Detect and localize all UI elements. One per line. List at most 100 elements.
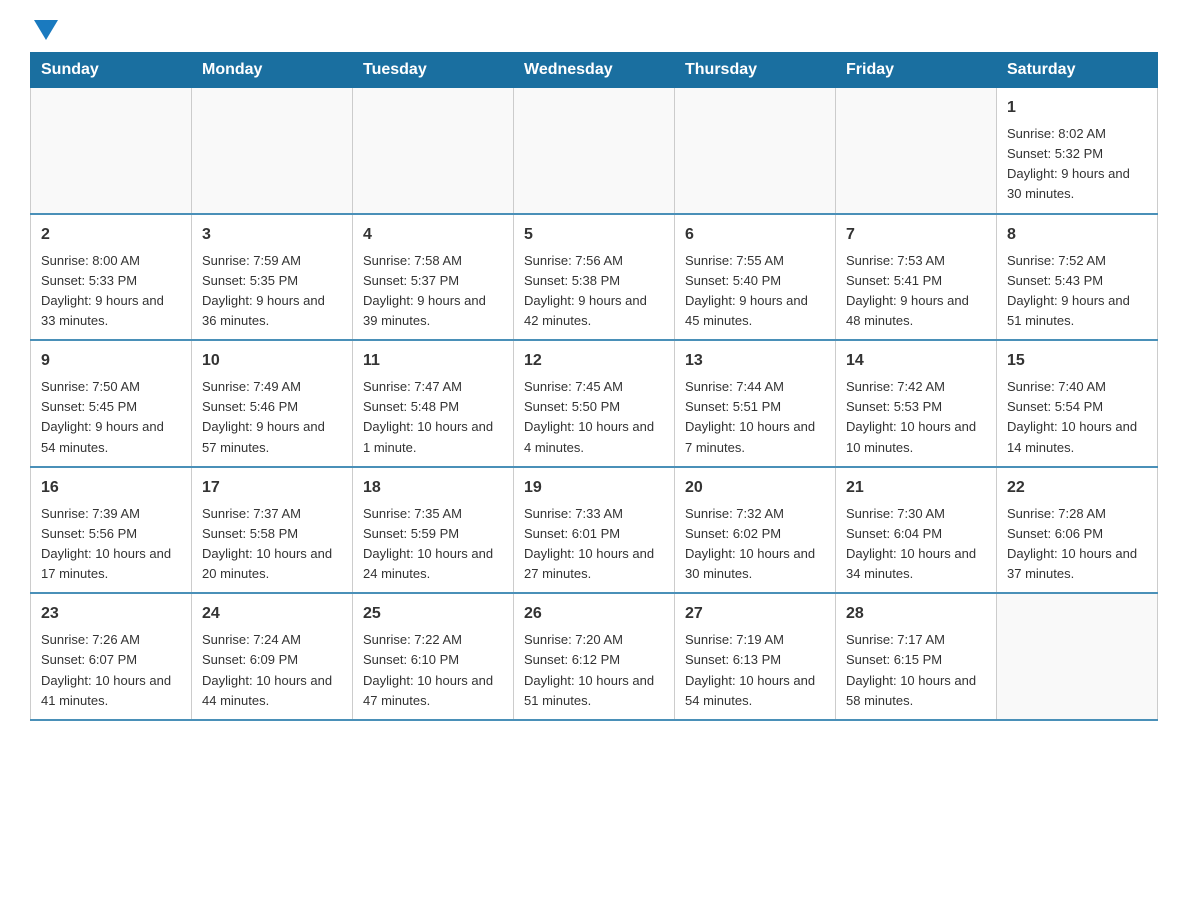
calendar-day-cell: 6Sunrise: 7:55 AMSunset: 5:40 PMDaylight…: [675, 214, 836, 341]
calendar-day-cell: 2 Sunrise: 8:00 AMSunset: 5:33 PMDaylight…: [31, 214, 192, 341]
calendar-day-cell: 26 Sunrise: 7:20 AMSunset: 6:12 PMDayligh…: [514, 593, 675, 720]
day-info: Sunrise: 7:35 AMSunset: 5:59 PMDaylight:…: [363, 504, 503, 585]
calendar-day-cell: 24 Sunrise: 7:24 AMSunset: 6:09 PMDayligh…: [192, 593, 353, 720]
day-number: 24: [202, 602, 342, 626]
calendar-header: SundayMondayTuesdayWednesdayThursdayFrid…: [31, 53, 1158, 88]
day-info: Sunrise: 7:58 AMSunset: 5:37 PMDaylight:…: [363, 251, 503, 332]
calendar-day-cell: 17 Sunrise: 7:37 AMSunset: 5:58 PMDayligh…: [192, 467, 353, 594]
calendar-day-cell: [675, 88, 836, 214]
calendar-day-cell: 16Sunrise: 7:39 AMSunset: 5:56 PMDayligh…: [31, 467, 192, 594]
day-info: Sunrise: 7:52 AMSunset: 5:43 PMDaylight:…: [1007, 251, 1147, 332]
day-info: Sunrise: 7:20 AMSunset: 6:12 PMDaylight:…: [524, 630, 664, 711]
page-header: [30, 20, 1158, 42]
day-info: Sunrise: 7:33 AMSunset: 6:01 PMDaylight:…: [524, 504, 664, 585]
day-number: 27: [685, 602, 825, 626]
day-number: 10: [202, 349, 342, 373]
calendar-day-cell: [997, 593, 1158, 720]
day-info: Sunrise: 7:37 AMSunset: 5:58 PMDaylight:…: [202, 504, 342, 585]
logo-top-row: [30, 20, 58, 42]
calendar-day-cell: 25 Sunrise: 7:22 AMSunset: 6:10 PMDayligh…: [353, 593, 514, 720]
day-number: 3: [202, 223, 342, 247]
calendar-day-cell: 20 Sunrise: 7:32 AMSunset: 6:02 PMDayligh…: [675, 467, 836, 594]
day-number: 5: [524, 223, 664, 247]
day-info: Sunrise: 7:17 AMSunset: 6:15 PMDaylight:…: [846, 630, 986, 711]
day-number: 13: [685, 349, 825, 373]
calendar-day-cell: 1 Sunrise: 8:02 AMSunset: 5:32 PMDaylight…: [997, 88, 1158, 214]
calendar-week-row: 9Sunrise: 7:50 AMSunset: 5:45 PMDaylight…: [31, 340, 1158, 467]
day-info: Sunrise: 7:24 AMSunset: 6:09 PMDaylight:…: [202, 630, 342, 711]
day-of-week-header: Friday: [836, 53, 997, 88]
day-number: 26: [524, 602, 664, 626]
day-number: 18: [363, 476, 503, 500]
day-number: 1: [1007, 96, 1147, 120]
day-number: 28: [846, 602, 986, 626]
calendar-week-row: 23Sunrise: 7:26 AMSunset: 6:07 PMDayligh…: [31, 593, 1158, 720]
day-of-week-header: Thursday: [675, 53, 836, 88]
calendar-day-cell: 18 Sunrise: 7:35 AMSunset: 5:59 PMDayligh…: [353, 467, 514, 594]
day-info: Sunrise: 8:00 AMSunset: 5:33 PMDaylight:…: [41, 251, 181, 332]
day-info: Sunrise: 7:59 AMSunset: 5:35 PMDaylight:…: [202, 251, 342, 332]
calendar-day-cell: 11 Sunrise: 7:47 AMSunset: 5:48 PMDayligh…: [353, 340, 514, 467]
calendar-week-row: 16Sunrise: 7:39 AMSunset: 5:56 PMDayligh…: [31, 467, 1158, 594]
day-number: 23: [41, 602, 181, 626]
day-info: Sunrise: 7:40 AMSunset: 5:54 PMDaylight:…: [1007, 377, 1147, 458]
day-number: 8: [1007, 223, 1147, 247]
calendar-day-cell: 4 Sunrise: 7:58 AMSunset: 5:37 PMDaylight…: [353, 214, 514, 341]
calendar-day-cell: [31, 88, 192, 214]
logo-triangle-icon: [34, 20, 58, 40]
calendar-week-row: 1 Sunrise: 8:02 AMSunset: 5:32 PMDaylight…: [31, 88, 1158, 214]
day-number: 4: [363, 223, 503, 247]
day-info: Sunrise: 7:44 AMSunset: 5:51 PMDaylight:…: [685, 377, 825, 458]
calendar-day-cell: 7Sunrise: 7:53 AMSunset: 5:41 PMDaylight…: [836, 214, 997, 341]
day-info: Sunrise: 7:28 AMSunset: 6:06 PMDaylight:…: [1007, 504, 1147, 585]
day-info: Sunrise: 7:47 AMSunset: 5:48 PMDaylight:…: [363, 377, 503, 458]
calendar-table: SundayMondayTuesdayWednesdayThursdayFrid…: [30, 52, 1158, 721]
calendar-day-cell: [353, 88, 514, 214]
day-info: Sunrise: 7:55 AMSunset: 5:40 PMDaylight:…: [685, 251, 825, 332]
day-info: Sunrise: 7:53 AMSunset: 5:41 PMDaylight:…: [846, 251, 986, 332]
day-number: 22: [1007, 476, 1147, 500]
calendar-week-row: 2 Sunrise: 8:00 AMSunset: 5:33 PMDaylight…: [31, 214, 1158, 341]
day-info: Sunrise: 7:42 AMSunset: 5:53 PMDaylight:…: [846, 377, 986, 458]
day-info: Sunrise: 8:02 AMSunset: 5:32 PMDaylight:…: [1007, 124, 1147, 205]
calendar-day-cell: 22 Sunrise: 7:28 AMSunset: 6:06 PMDayligh…: [997, 467, 1158, 594]
logo: [30, 20, 58, 42]
day-of-week-header: Sunday: [31, 53, 192, 88]
calendar-day-cell: 15 Sunrise: 7:40 AMSunset: 5:54 PMDayligh…: [997, 340, 1158, 467]
calendar-day-cell: 21 Sunrise: 7:30 AMSunset: 6:04 PMDayligh…: [836, 467, 997, 594]
calendar-day-cell: 5 Sunrise: 7:56 AMSunset: 5:38 PMDaylight…: [514, 214, 675, 341]
day-number: 15: [1007, 349, 1147, 373]
days-of-week-row: SundayMondayTuesdayWednesdayThursdayFrid…: [31, 53, 1158, 88]
day-of-week-header: Wednesday: [514, 53, 675, 88]
calendar-body: 1 Sunrise: 8:02 AMSunset: 5:32 PMDaylight…: [31, 88, 1158, 720]
day-number: 21: [846, 476, 986, 500]
day-info: Sunrise: 7:32 AMSunset: 6:02 PMDaylight:…: [685, 504, 825, 585]
calendar-day-cell: 8 Sunrise: 7:52 AMSunset: 5:43 PMDaylight…: [997, 214, 1158, 341]
day-info: Sunrise: 7:30 AMSunset: 6:04 PMDaylight:…: [846, 504, 986, 585]
day-of-week-header: Saturday: [997, 53, 1158, 88]
day-number: 25: [363, 602, 503, 626]
day-number: 16: [41, 476, 181, 500]
day-of-week-header: Tuesday: [353, 53, 514, 88]
calendar-day-cell: 10 Sunrise: 7:49 AMSunset: 5:46 PMDayligh…: [192, 340, 353, 467]
calendar-day-cell: [836, 88, 997, 214]
calendar-day-cell: 23Sunrise: 7:26 AMSunset: 6:07 PMDayligh…: [31, 593, 192, 720]
calendar-day-cell: 14 Sunrise: 7:42 AMSunset: 5:53 PMDayligh…: [836, 340, 997, 467]
calendar-day-cell: 19 Sunrise: 7:33 AMSunset: 6:01 PMDayligh…: [514, 467, 675, 594]
day-info: Sunrise: 7:45 AMSunset: 5:50 PMDaylight:…: [524, 377, 664, 458]
calendar-day-cell: [514, 88, 675, 214]
day-number: 2: [41, 223, 181, 247]
day-info: Sunrise: 7:50 AMSunset: 5:45 PMDaylight:…: [41, 377, 181, 458]
day-number: 11: [363, 349, 503, 373]
day-info: Sunrise: 7:19 AMSunset: 6:13 PMDaylight:…: [685, 630, 825, 711]
day-info: Sunrise: 7:49 AMSunset: 5:46 PMDaylight:…: [202, 377, 342, 458]
calendar-day-cell: 28 Sunrise: 7:17 AMSunset: 6:15 PMDayligh…: [836, 593, 997, 720]
day-info: Sunrise: 7:56 AMSunset: 5:38 PMDaylight:…: [524, 251, 664, 332]
calendar-day-cell: [192, 88, 353, 214]
day-number: 17: [202, 476, 342, 500]
day-info: Sunrise: 7:22 AMSunset: 6:10 PMDaylight:…: [363, 630, 503, 711]
day-number: 20: [685, 476, 825, 500]
day-number: 14: [846, 349, 986, 373]
day-number: 12: [524, 349, 664, 373]
day-number: 19: [524, 476, 664, 500]
